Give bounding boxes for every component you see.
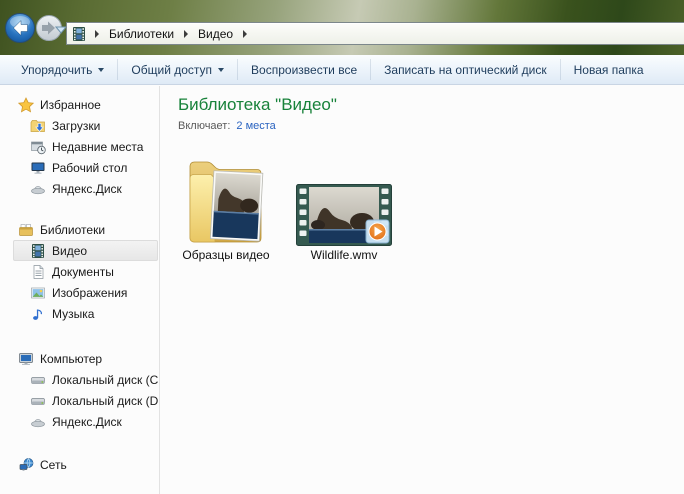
sidebar-item-music[interactable]: Музыка: [0, 303, 159, 324]
new-folder-button[interactable]: Новая папка: [561, 55, 657, 84]
sidebar-label: Компьютер: [40, 352, 102, 366]
organize-label: Упорядочить: [21, 63, 92, 77]
sidebar-label: Библиотеки: [40, 223, 105, 237]
breadcrumb-segment-video[interactable]: Видео: [192, 23, 239, 44]
sidebar-section-computer[interactable]: Компьютер: [0, 348, 159, 369]
includes-label: Включает:: [178, 120, 230, 132]
yandex-disk-icon: [30, 414, 46, 430]
video-library-icon: [30, 243, 46, 259]
item-label: Образцы видео: [182, 248, 269, 262]
sidebar-section-libraries[interactable]: Библиотеки: [0, 219, 159, 240]
pictures-icon: [30, 285, 46, 301]
folder-with-video-thumbnail-icon: [187, 148, 265, 246]
sidebar-item-downloads[interactable]: Загрузки: [0, 115, 159, 136]
computer-icon: [18, 351, 34, 367]
breadcrumb-arrow-icon[interactable]: [243, 30, 247, 38]
sidebar-label: Недавние места: [52, 140, 143, 154]
play-all-button[interactable]: Воспроизвести все: [238, 55, 370, 84]
library-title: Библиотека "Видео": [178, 94, 684, 116]
sidebar-label: Изображения: [52, 286, 127, 300]
sidebar-label: Документы: [52, 265, 114, 279]
play-overlay-icon: [366, 220, 389, 243]
sidebar-label: Локальный диск (D: [52, 394, 158, 408]
sidebar-item-documents[interactable]: Документы: [0, 261, 159, 282]
includes-locations-link[interactable]: 2 места: [236, 120, 275, 132]
disk-icon: [30, 393, 46, 409]
window-titlebar-glass: Библиотеки Видео: [0, 0, 684, 55]
sidebar-item-pictures[interactable]: Изображения: [0, 282, 159, 303]
sidebar-item-recent-places[interactable]: Недавние места: [0, 136, 159, 157]
sidebar-label: Загрузки: [52, 119, 100, 133]
back-button[interactable]: [6, 14, 35, 43]
network-icon: [18, 457, 34, 473]
recent-places-icon: [30, 139, 46, 155]
sidebar-label: Яндекс.Диск: [52, 182, 122, 196]
file-list-pane: Библиотека "Видео" Включает: 2 места: [160, 86, 684, 494]
sidebar-section-favorites[interactable]: Избранное: [0, 94, 159, 115]
sidebar-label: Яндекс.Диск: [52, 415, 122, 429]
star-icon: [18, 97, 34, 113]
documents-icon: [30, 264, 46, 280]
share-label: Общий доступ: [131, 63, 212, 77]
navigation-pane: Избранное Загрузки Недавние места: [0, 86, 160, 494]
libraries-icon: [18, 222, 34, 238]
video-library-icon: [71, 26, 87, 42]
chevron-down-icon: [98, 68, 104, 72]
disk-icon: [30, 372, 46, 388]
breadcrumb-arrow-icon[interactable]: [95, 30, 99, 38]
video-item-wildlife[interactable]: Wildlife.wmv: [288, 184, 400, 262]
folder-item-sample-videos[interactable]: Образцы видео: [178, 148, 274, 262]
sidebar-label: Видео: [52, 244, 87, 258]
sidebar-label: Рабочий стол: [52, 161, 127, 175]
items-grid: Образцы видео: [178, 148, 684, 262]
new-folder-label: Новая папка: [574, 63, 644, 77]
sidebar-item-video[interactable]: Видео: [13, 240, 158, 261]
yandex-disk-icon: [30, 181, 46, 197]
filmstrip-video-thumbnail-icon: [296, 184, 392, 246]
sidebar-item-yandex-disk-2[interactable]: Яндекс.Диск: [0, 411, 159, 432]
sidebar-section-network[interactable]: Сеть: [0, 454, 159, 475]
burn-to-disc-label: Записать на оптический диск: [384, 63, 547, 77]
address-bar[interactable]: Библиотеки Видео: [66, 22, 684, 45]
explorer-main: Избранное Загрузки Недавние места: [0, 86, 684, 494]
desktop-icon: [30, 160, 46, 176]
music-icon: [30, 306, 46, 322]
sidebar-label: Сеть: [40, 458, 67, 472]
command-toolbar: Упорядочить Общий доступ Воспроизвести в…: [0, 55, 684, 85]
sidebar-label: Локальный диск (C: [52, 373, 158, 387]
play-all-label: Воспроизвести все: [251, 63, 357, 77]
sidebar-label: Избранное: [40, 98, 101, 112]
breadcrumb-segment-libraries[interactable]: Библиотеки: [103, 23, 180, 44]
item-label: Wildlife.wmv: [311, 248, 378, 262]
sidebar-item-desktop[interactable]: Рабочий стол: [0, 157, 159, 178]
breadcrumb-arrow-icon[interactable]: [184, 30, 188, 38]
sidebar-label: Музыка: [52, 307, 94, 321]
downloads-folder-icon: [30, 118, 46, 134]
organize-button[interactable]: Упорядочить: [8, 55, 117, 84]
burn-to-disc-button[interactable]: Записать на оптический диск: [371, 55, 560, 84]
sidebar-item-local-disk-c[interactable]: Локальный диск (C: [0, 369, 159, 390]
share-button[interactable]: Общий доступ: [118, 55, 237, 84]
sidebar-item-local-disk-d[interactable]: Локальный диск (D: [0, 390, 159, 411]
chevron-down-icon: [218, 68, 224, 72]
sidebar-item-yandex-disk[interactable]: Яндекс.Диск: [0, 178, 159, 199]
